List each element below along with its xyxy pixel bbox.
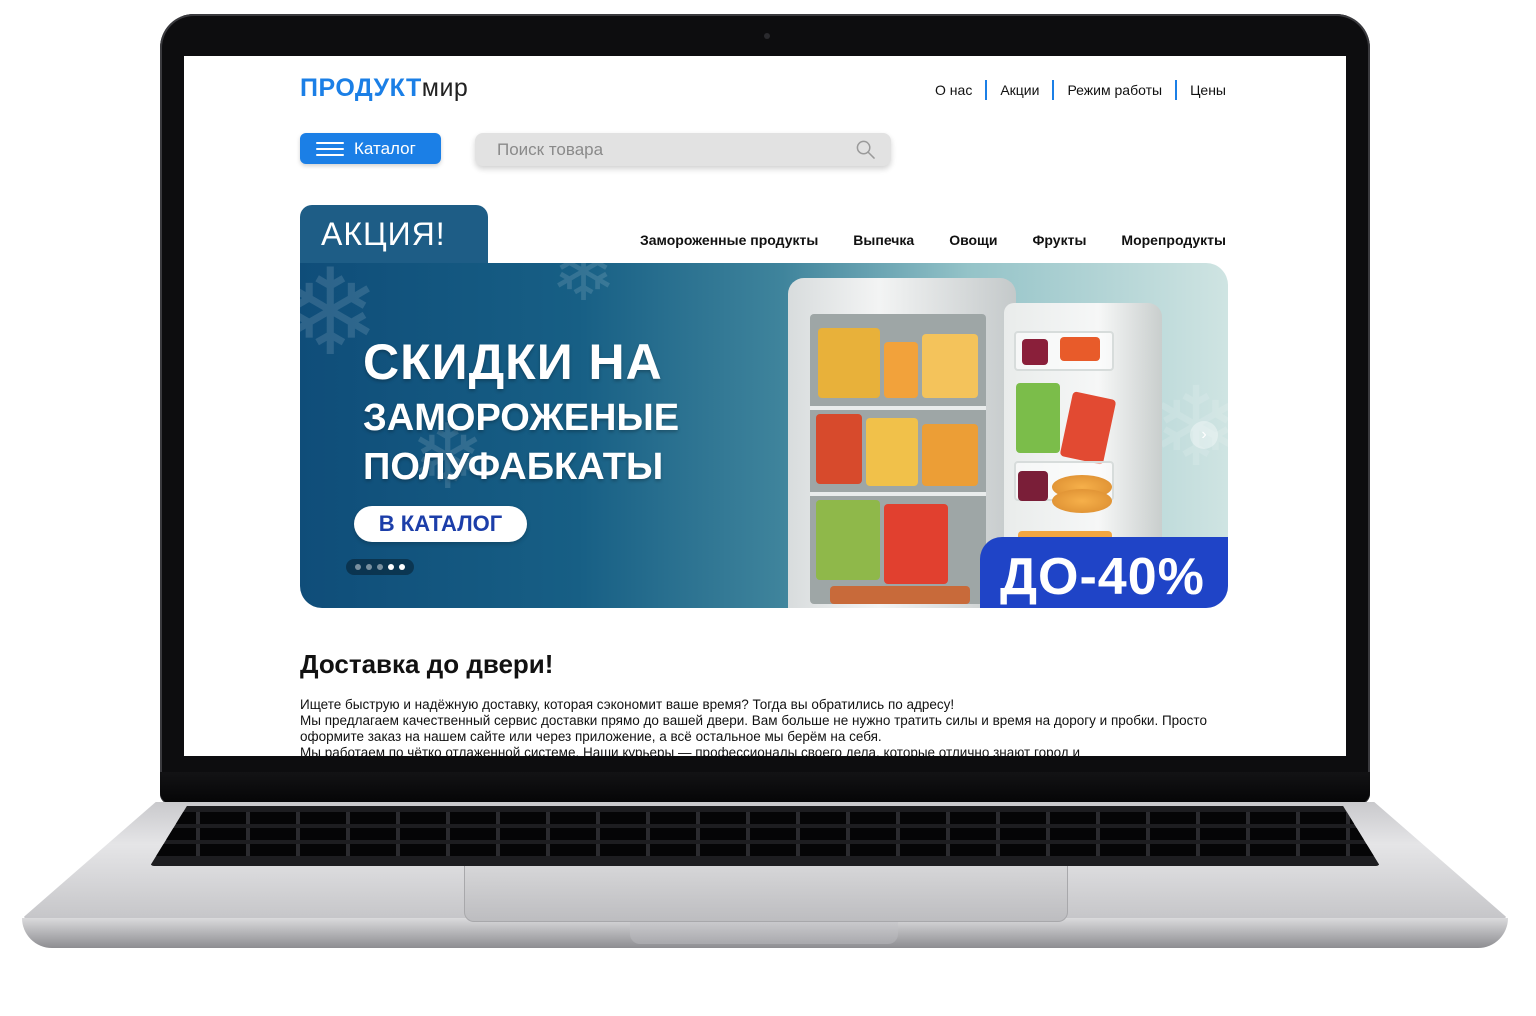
banner-headline-line1: СКИДКИ НА (363, 334, 663, 390)
catalog-button-label: Каталог (354, 138, 416, 158)
category-frozen[interactable]: Замороженные продукты (640, 232, 818, 248)
category-vegetables[interactable]: Овощи (949, 232, 997, 248)
slider-dots (346, 559, 414, 575)
category-seafood[interactable]: Морепродукты (1121, 232, 1226, 248)
snowflake-icon: ❄ (550, 263, 618, 317)
category-bakery[interactable]: Выпечка (853, 232, 914, 248)
category-navigation: Замороженные продукты Выпечка Овощи Фрук… (605, 232, 1226, 248)
fridge-shelf (810, 492, 986, 496)
food-package (1060, 337, 1100, 361)
slider-dot[interactable] (366, 564, 372, 570)
food-package (922, 424, 978, 486)
category-fruits[interactable]: Фрукты (1032, 232, 1086, 248)
banner-headline-line3: ПОЛУФАБКАТЫ (363, 446, 664, 488)
food-package (1059, 391, 1117, 465)
food-package (884, 342, 918, 398)
delivery-paragraph: Мы предлагаем качественный сервис достав… (300, 713, 1207, 744)
top-navigation: О нас Акции Режим работы Цены (922, 80, 1226, 100)
slider-dot-active[interactable] (388, 564, 394, 570)
key-row (150, 828, 1380, 840)
food-package (1016, 383, 1060, 453)
catalog-button[interactable]: Каталог (300, 133, 441, 164)
banner-headline-line2: ЗАМОРОЖЕНЫЕ (363, 397, 680, 439)
keyboard (150, 806, 1380, 866)
food-package (818, 328, 880, 398)
slider-dot[interactable] (377, 564, 383, 570)
discount-badge: ДО-40% (980, 537, 1228, 608)
nav-hours[interactable]: Режим работы (1054, 80, 1178, 100)
fridge-door (1004, 303, 1162, 573)
promo-tab[interactable]: АКЦИЯ! (300, 205, 488, 267)
food-tray (830, 586, 970, 604)
berries (1022, 339, 1048, 365)
key-row (150, 812, 1380, 824)
nav-about[interactable]: О нас (922, 80, 988, 100)
search-bar (475, 133, 891, 166)
nav-promotions[interactable]: Акции (987, 80, 1055, 100)
to-catalog-button[interactable]: В КАТАЛОГ (354, 506, 527, 542)
food-package (816, 414, 862, 484)
promo-banner[interactable]: ❄ ❄ ❄ ❄ СКИДКИ НА ЗАМОРОЖЕНЫЕ ПОЛУФАБКАТ… (300, 263, 1228, 608)
chevron-right-icon[interactable]: › (1190, 421, 1218, 449)
food-package (884, 504, 948, 584)
webcam (764, 33, 770, 39)
fridge-interior (810, 314, 986, 604)
food-package (922, 334, 978, 398)
berries (1018, 471, 1048, 501)
food-package (816, 500, 880, 580)
hamburger-icon (316, 141, 344, 156)
slider-dot-active[interactable] (399, 564, 405, 570)
search-input[interactable] (497, 139, 837, 160)
pizza (1052, 489, 1112, 513)
delivery-title: Доставка до двери! (300, 649, 554, 679)
web-page: ПРОДУКТмир О нас Акции Режим работы Цены… (184, 56, 1346, 756)
delivery-paragraph: Ищете быструю и надёжную доставку, котор… (300, 697, 955, 712)
slider-dot[interactable] (355, 564, 361, 570)
site-logo[interactable]: ПРОДУКТмир (300, 74, 468, 103)
trackpad (464, 866, 1068, 922)
food-package (866, 418, 918, 486)
logo-light-text: мир (421, 74, 469, 102)
banner-headline: СКИДКИ НА ЗАМОРОЖЕНЫЕ ПОЛУФАБКАТЫ (363, 333, 679, 489)
laptop-hinge (160, 772, 1370, 804)
logo-strong-text: ПРОДУКТ (300, 74, 422, 102)
fridge-shelf (810, 406, 986, 410)
key-row (150, 844, 1380, 856)
delivery-text: Ищете быструю и надёжную доставку, котор… (300, 697, 1240, 756)
nav-prices[interactable]: Цены (1177, 80, 1226, 100)
search-icon[interactable] (856, 140, 875, 159)
delivery-paragraph: Мы работаем по чётко отлаженной системе.… (300, 745, 1081, 756)
laptop-mockup: ПРОДУКТмир О нас Акции Режим работы Цены… (0, 0, 1536, 1016)
